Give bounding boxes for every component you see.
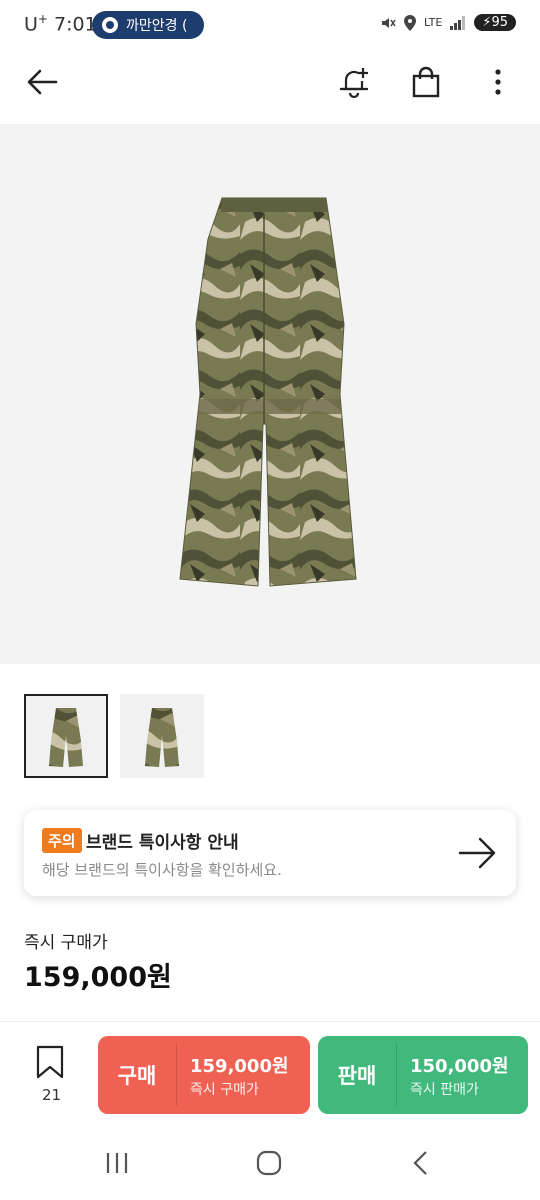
bell-plus-icon (340, 68, 368, 99)
buy-separator (176, 1044, 177, 1106)
buy-button[interactable]: 구매 159,000원 즉시 구매가 (98, 1036, 310, 1114)
buy-subtitle: 즉시 구매가 (190, 1082, 259, 1098)
notification-pill[interactable]: 까만안경 ( (92, 11, 204, 39)
thumbnail-1[interactable] (24, 694, 108, 778)
notice-title: 브랜드 특이사항 안내 (86, 833, 239, 853)
back-nav-button[interactable] (406, 1148, 436, 1182)
sell-button[interactable]: 판매 150,000원 즉시 판매가 (318, 1036, 528, 1114)
location-icon (404, 14, 417, 31)
notice-badge: 주의 (42, 828, 82, 853)
chevron-left-icon (413, 1151, 427, 1175)
sell-subtitle: 즉시 판매가 (410, 1082, 479, 1098)
status-indicators: LTE ⚡95 (380, 14, 516, 31)
mute-icon (382, 17, 396, 28)
price-label: 즉시 구매가 (24, 933, 108, 953)
divider (0, 1021, 540, 1022)
brand-notice-card[interactable]: 주의 브랜드 특이사항 안내 해당 브랜드의 특이사항을 확인하세요. (24, 810, 516, 896)
camo-pants-image (179, 197, 357, 587)
price-alert-button[interactable] (334, 62, 374, 102)
recent-apps-button[interactable] (102, 1148, 132, 1182)
signal-icon (450, 15, 466, 30)
network-label: LTE (424, 16, 443, 29)
more-vertical-icon (495, 69, 501, 95)
battery-indicator: ⚡95 (474, 14, 516, 31)
sell-tag: 판매 (337, 1064, 377, 1088)
pill-text: 까만안경 ( (126, 18, 188, 34)
bookmark-count: 21 (42, 1086, 62, 1104)
carrier-label: U (24, 13, 38, 36)
price-value: 159,000원 (24, 962, 172, 993)
sell-separator (396, 1044, 397, 1106)
recent-apps-icon (106, 1153, 128, 1173)
product-image[interactable] (0, 124, 540, 664)
carrier-sup: + (37, 12, 48, 26)
home-icon (256, 1150, 282, 1176)
status-bar: U+ 7:01 까만안경 ( LTE ⚡95 (0, 0, 540, 50)
home-button[interactable] (254, 1148, 284, 1182)
back-button[interactable] (22, 62, 62, 102)
status-time: 7:01 (54, 13, 97, 36)
more-button[interactable] (478, 62, 518, 102)
sell-amount: 150,000원 (410, 1056, 509, 1077)
buy-tag: 구매 (117, 1064, 157, 1088)
back-arrow-icon (27, 69, 58, 95)
status-carrier-time: U+ 7:01 (24, 12, 97, 35)
thumbnail-pants-image (49, 708, 83, 767)
thumbnail-pants-image (145, 708, 179, 767)
battery-level: 95 (491, 15, 508, 30)
buy-amount: 159,000원 (190, 1056, 289, 1077)
pill-icon (102, 17, 118, 33)
bookmark-icon (36, 1045, 64, 1079)
top-navigation (0, 56, 540, 112)
shopping-bag-button[interactable] (406, 62, 446, 102)
thumbnail-2[interactable] (120, 694, 204, 778)
arrow-right-icon (458, 837, 496, 869)
bookmark-button[interactable] (32, 1044, 72, 1084)
notice-description: 해당 브랜드의 특이사항을 확인하세요. (42, 861, 282, 879)
shopping-bag-icon (412, 66, 440, 98)
